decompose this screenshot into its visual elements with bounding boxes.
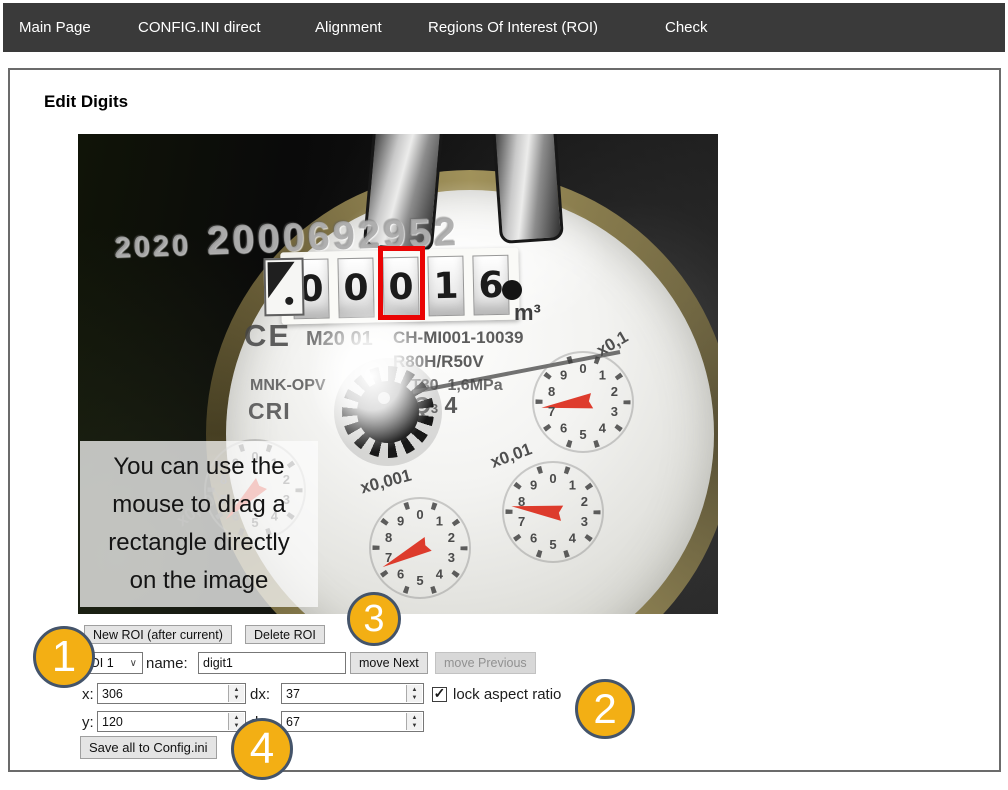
- dy-stepper[interactable]: ▲▼: [281, 711, 424, 732]
- nav-item-check[interactable]: Check: [665, 3, 708, 52]
- dial-number: 2: [581, 494, 588, 509]
- drag-hint-overlay: You can use the mouse to drag a rectangl…: [80, 441, 318, 607]
- save-config-button[interactable]: Save all to Config.ini: [80, 736, 217, 759]
- y-label: y:: [82, 714, 94, 731]
- dial-number: 6: [397, 567, 404, 582]
- dx-label: dx:: [250, 686, 270, 703]
- x-input[interactable]: [98, 684, 235, 703]
- dial-number: 6: [530, 531, 537, 546]
- dial-number: 9: [560, 367, 567, 382]
- x-label: x:: [82, 686, 94, 703]
- dial-number: 5: [549, 537, 556, 552]
- page-title: Edit Digits: [44, 92, 128, 112]
- hint-line: rectangle directly: [80, 524, 318, 562]
- nav-item-config-ini[interactable]: CONFIG.INI direct: [138, 3, 261, 52]
- y-input[interactable]: [98, 712, 235, 731]
- dial-number: 8: [548, 384, 555, 399]
- dial-number: 4: [599, 421, 607, 436]
- spin-down-icon[interactable]: ▼: [412, 722, 418, 730]
- dial-number: 9: [530, 477, 537, 492]
- hint-line: You can use the: [80, 448, 318, 486]
- dial-number: 3: [448, 550, 455, 565]
- dial-number: 1: [599, 367, 606, 382]
- delete-roi-button[interactable]: Delete ROI: [245, 625, 325, 644]
- dial-number: 8: [385, 530, 392, 545]
- dial-number: 5: [416, 573, 423, 588]
- dial-number: 6: [560, 421, 567, 436]
- nav-item-main-page[interactable]: Main Page: [19, 3, 91, 52]
- meter-image-canvas[interactable]: 2020 2000692952 0 0 0 1 6 m³ CE M20: [78, 134, 718, 614]
- content-frame: Edit Digits 2020 2000692952 0 0 0 1 6: [8, 68, 1001, 772]
- dial-number: 3: [581, 514, 588, 529]
- dx-input[interactable]: [282, 684, 413, 703]
- dial-number: 5: [579, 427, 586, 442]
- screenshot-root: Main Page CONFIG.INI direct Alignment Re…: [0, 0, 1008, 790]
- hint-line: mouse to drag a: [80, 486, 318, 524]
- dial-number: 0: [416, 507, 423, 522]
- dial-number: 4: [436, 567, 444, 582]
- roi-name-input[interactable]: [198, 652, 346, 674]
- move-next-button[interactable]: move Next: [350, 652, 428, 674]
- spin-up-icon[interactable]: ▲: [412, 686, 418, 694]
- new-roi-button[interactable]: New ROI (after current): [84, 625, 232, 644]
- dial-number: 9: [397, 513, 404, 528]
- annotation-badge-1: 1: [33, 626, 95, 688]
- annotation-badge-3: 3: [347, 592, 401, 646]
- dial-x001: 0 1 2 3 4 5 6 7 8 9: [498, 457, 608, 567]
- name-label: name:: [146, 655, 188, 672]
- spin-up-icon[interactable]: ▲: [234, 686, 240, 694]
- nav-item-roi[interactable]: Regions Of Interest (ROI): [428, 3, 598, 52]
- dial-x01: 0 1 2 3 4 5 6 7 8 9: [528, 347, 638, 457]
- dx-stepper[interactable]: ▲▼: [281, 683, 424, 704]
- dx-spinner[interactable]: ▲▼: [406, 685, 422, 702]
- spin-down-icon[interactable]: ▼: [412, 694, 418, 702]
- dial-number: 0: [549, 471, 556, 486]
- annotation-badge-4: 4: [231, 718, 293, 780]
- dial-number: 8: [518, 494, 525, 509]
- lock-aspect-label: lock aspect ratio: [453, 686, 561, 703]
- dy-spinner[interactable]: ▲▼: [406, 713, 422, 730]
- dial-x0001: 0 1 2 3 4 5 6 7 8 9: [365, 493, 475, 603]
- spin-up-icon[interactable]: ▲: [234, 714, 240, 722]
- hint-line: on the image: [80, 562, 318, 600]
- dial-number: 3: [611, 404, 618, 419]
- dial-number: 1: [436, 513, 443, 528]
- check-icon: ✓: [434, 685, 446, 702]
- dy-input[interactable]: [282, 712, 413, 731]
- y-stepper[interactable]: ▲▼: [97, 711, 246, 732]
- light-flare: [306, 300, 438, 452]
- spin-down-icon[interactable]: ▼: [234, 694, 240, 702]
- x-spinner[interactable]: ▲▼: [228, 685, 244, 702]
- dial-number: 2: [448, 530, 455, 545]
- dial-number: 2: [611, 384, 618, 399]
- nav-item-alignment[interactable]: Alignment: [315, 3, 382, 52]
- dial-number: 0: [579, 361, 586, 376]
- lock-aspect-checkbox[interactable]: ✓: [432, 687, 447, 702]
- annotation-badge-2: 2: [575, 679, 635, 739]
- move-previous-button[interactable]: move Previous: [435, 652, 536, 674]
- roi-rectangle[interactable]: [378, 246, 425, 320]
- dial-number: 4: [569, 531, 577, 546]
- x-stepper[interactable]: ▲▼: [97, 683, 246, 704]
- dial-number: 1: [569, 477, 576, 492]
- dial-number: 7: [518, 514, 525, 529]
- chevron-down-icon: ∨: [130, 658, 137, 669]
- spin-up-icon[interactable]: ▲: [412, 714, 418, 722]
- dial-number: 7: [548, 404, 555, 419]
- dial-number: 7: [385, 550, 392, 565]
- top-nav-bar: Main Page CONFIG.INI direct Alignment Re…: [3, 3, 1005, 52]
